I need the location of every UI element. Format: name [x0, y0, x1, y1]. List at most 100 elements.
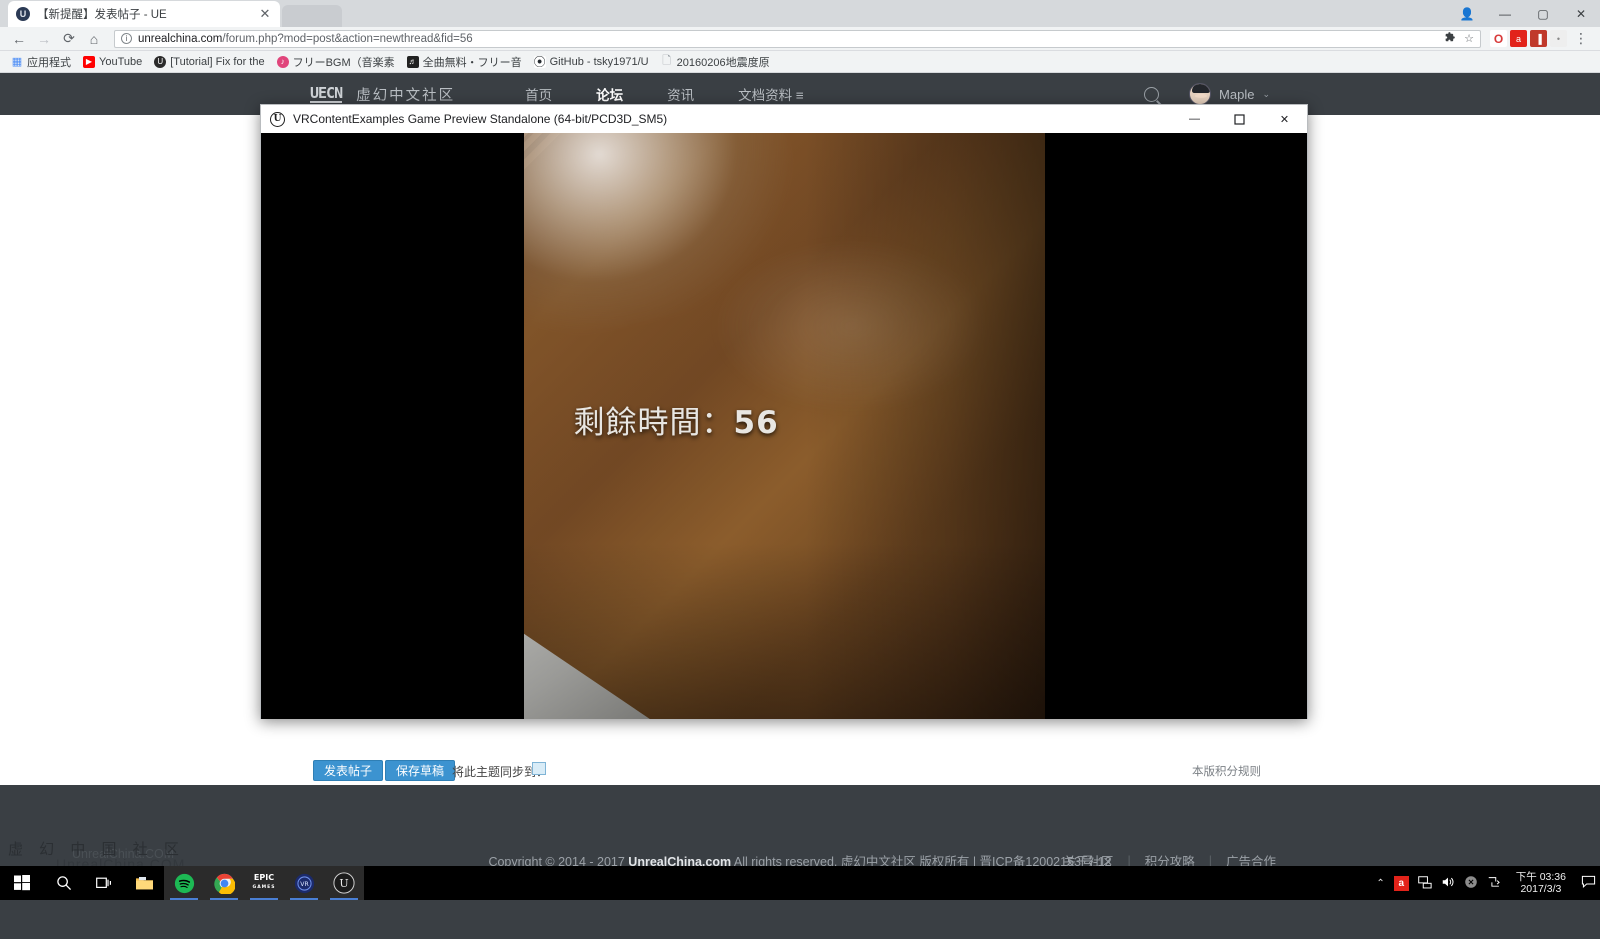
nav-item-news[interactable]: 资讯	[667, 84, 694, 104]
nav-item-docs[interactable]: 文档资料 ≡	[738, 84, 804, 104]
extension-puzzle-icon[interactable]	[1444, 31, 1457, 47]
window-close-button[interactable]: ✕	[1568, 3, 1594, 25]
avatar	[1189, 83, 1212, 105]
hud-remaining-time-value: 56	[733, 405, 779, 441]
tab-close-icon[interactable]: ✕	[258, 6, 272, 22]
site-logo-text: 虚幻中文社区	[356, 87, 456, 104]
game-window-title: VRContentExamples Game Preview Standalon…	[293, 112, 668, 126]
window-maximize-button[interactable]: ▢	[1530, 3, 1556, 25]
home-button[interactable]: ⌂	[83, 28, 105, 50]
start-button[interactable]	[0, 866, 44, 900]
unreal-engine-icon[interactable]: U	[324, 866, 364, 900]
taskbar-search-icon[interactable]	[44, 866, 84, 900]
bookmark-item[interactable]: ♪ フリーBGM（音楽素	[272, 52, 400, 72]
tab-strip: U 【新提醒】发表帖子 - UE ✕ 👤 — ▢ ✕	[0, 0, 1600, 27]
game-window-titlebar[interactable]: U VRContentExamples Game Preview Standal…	[261, 105, 1307, 133]
site-footer: UnrealChina.COM Copyright © 2014 - 2017 …	[0, 785, 1600, 939]
onedrive-tray-icon[interactable]	[1487, 875, 1501, 892]
ue-icon: U	[154, 55, 167, 68]
bookmark-item[interactable]: ♬ 全曲無料・フリー音	[402, 52, 527, 72]
game-minimize-button[interactable]: —	[1172, 105, 1217, 133]
unreal-engine-icon: U	[270, 111, 285, 127]
hud-remaining-time: 剩餘時間：56	[574, 397, 779, 442]
tab-title: 【新提醒】发表帖子 - UE	[37, 9, 167, 21]
system-tray: ⌃ a 下午 03:36 2017/3/3	[1376, 866, 1600, 900]
ue-favicon-icon: U	[16, 7, 30, 21]
chevron-down-icon: ⌄	[1262, 88, 1270, 99]
bookmark-label: YouTube	[99, 55, 143, 68]
audio-icon: ♬	[406, 55, 419, 68]
site-info-icon[interactable]: i	[121, 33, 132, 44]
vr-app-icon[interactable]: VR	[284, 866, 324, 900]
action-center-icon[interactable]	[1581, 874, 1596, 892]
post-thread-button[interactable]: 发表帖子	[313, 760, 384, 781]
file-explorer-icon[interactable]	[124, 866, 164, 900]
game-window-controls: — ✕	[1172, 105, 1307, 133]
browser-tab-active[interactable]: U 【新提醒】发表帖子 - UE ✕	[8, 1, 280, 27]
bookmark-item[interactable]: 🗋 20160206地震度原	[656, 52, 775, 72]
pending-extension-icon[interactable]: •	[1550, 30, 1567, 47]
site-header-right: Maple ⌄	[1144, 83, 1270, 105]
user-menu[interactable]: Maple ⌄	[1189, 83, 1270, 105]
profile-icon[interactable]: 👤	[1454, 3, 1480, 25]
bookmark-item[interactable]: ⦿ GitHub - tsky1971/U	[529, 54, 654, 70]
new-tab-button[interactable]	[282, 5, 342, 27]
page-icon: 🗋	[662, 55, 672, 67]
game-close-button[interactable]: ✕	[1262, 105, 1307, 133]
save-draft-button[interactable]: 保存草稿	[385, 760, 456, 781]
bookmark-item[interactable]: ▶ YouTube	[78, 54, 147, 70]
avira-extension-icon[interactable]: a	[1510, 30, 1527, 47]
bookmark-star-icon[interactable]: ☆	[1464, 32, 1474, 45]
nav-item-home[interactable]: 首页	[525, 84, 552, 104]
bookmark-label: 20160206地震度原	[676, 56, 770, 69]
site-logo[interactable]: UECN 虚幻中文社区	[310, 84, 455, 105]
game-viewport[interactable]: 剩餘時間：56	[261, 133, 1307, 719]
network-tray-icon[interactable]	[1418, 875, 1432, 892]
bookmark-item[interactable]: U [Tutorial] Fix for the	[149, 54, 269, 70]
sync-service-icon[interactable]	[532, 762, 546, 775]
adblock-extension-icon[interactable]: ▐	[1530, 30, 1547, 47]
forward-button[interactable]: →	[33, 28, 55, 50]
bookmark-label: 全曲無料・フリー音	[422, 56, 522, 69]
window-minimize-button[interactable]: —	[1492, 3, 1518, 25]
svg-text:VR: VR	[300, 881, 309, 888]
svg-text:U: U	[339, 877, 348, 890]
avira-tray-icon[interactable]: a	[1393, 875, 1409, 891]
url-host: unrealchina.com	[138, 32, 223, 45]
bookmark-label: [Tutorial] Fix for the	[170, 55, 265, 68]
chrome-menu-button[interactable]: ⋮	[1570, 28, 1592, 50]
browser-toolbar: ← → ⟳ ⌂ i unrealchina.com/forum.php?mod=…	[0, 27, 1600, 51]
tray-clock[interactable]: 下午 03:36 2017/3/3	[1510, 871, 1572, 895]
youtube-icon: ▶	[83, 55, 95, 68]
nav-item-forum[interactable]: 论坛	[596, 84, 623, 104]
post-form-actions: 发表帖子 保存草稿 将此主题同步到： 本版积分规则	[0, 757, 1600, 785]
github-icon: ⦿	[533, 55, 546, 69]
game-maximize-button[interactable]	[1217, 105, 1262, 133]
bookmark-label: 应用程式	[27, 56, 71, 69]
reload-button[interactable]: ⟳	[58, 28, 80, 50]
address-bar[interactable]: i unrealchina.com/forum.php?mod=post&act…	[114, 29, 1481, 48]
board-rules-link[interactable]: 本版积分规则	[1192, 763, 1261, 779]
user-name: Maple	[1219, 86, 1255, 102]
volume-tray-icon[interactable]	[1441, 875, 1455, 892]
search-icon[interactable]	[1144, 86, 1160, 102]
sync-error-tray-icon[interactable]	[1464, 875, 1478, 892]
window-controls: 👤 — ▢ ✕	[1454, 1, 1600, 27]
tray-expand-chevron-icon[interactable]: ⌃	[1376, 878, 1384, 889]
windows-taskbar: EPIC GAMES VR U ⌃ a 下午 03:36 2017/3/3	[0, 866, 1600, 900]
bookmark-label: フリーBGM（音楽素	[292, 56, 395, 69]
address-bar-url: unrealchina.com/forum.php?mod=post&actio…	[138, 33, 1438, 45]
chrome-icon[interactable]	[204, 866, 244, 900]
epic-games-icon[interactable]: EPIC GAMES	[244, 866, 284, 900]
opera-vpn-extension-icon[interactable]: O	[1490, 30, 1507, 47]
url-path: /forum.php?mod=post&action=newthread&fid…	[222, 32, 473, 45]
bookmarks-bar: ▦ 应用程式 ▶ YouTube U [Tutorial] Fix for th…	[0, 51, 1600, 73]
back-button[interactable]: ←	[8, 28, 30, 50]
bookmark-item[interactable]: ▦ 应用程式	[6, 52, 76, 72]
spotify-icon[interactable]	[164, 866, 204, 900]
chrome-browser-window: U 【新提醒】发表帖子 - UE ✕ 👤 — ▢ ✕ ← → ⟳ ⌂ i unr…	[0, 0, 1600, 939]
game-preview-window[interactable]: U VRContentExamples Game Preview Standal…	[260, 104, 1308, 719]
task-view-icon[interactable]	[84, 866, 124, 900]
music-icon: ♪	[276, 55, 289, 68]
hud-remaining-time-label: 剩餘時間：	[573, 405, 734, 441]
